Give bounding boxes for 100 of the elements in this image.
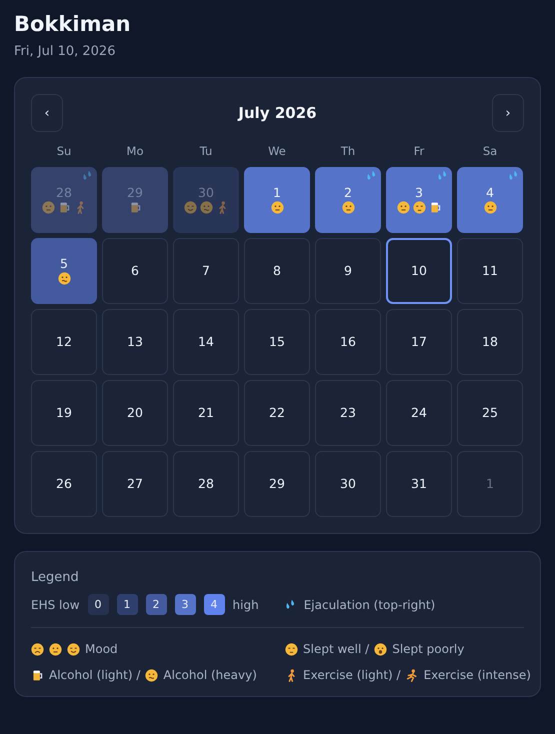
weekday-label: Tu [198, 144, 214, 160]
day-cell[interactable]: 11 [457, 238, 523, 304]
day-number: 30 [340, 477, 356, 491]
day-cell[interactable]: 18 [457, 309, 523, 375]
day-cell[interactable]: 29 [244, 451, 310, 517]
weekday-label: Th [340, 144, 356, 160]
day-cell[interactable]: 14 [173, 309, 239, 375]
day-number: 1 [486, 477, 494, 491]
sad-face-icon [31, 642, 44, 656]
day-cell[interactable]: 9 [315, 238, 381, 304]
day-number: 11 [482, 264, 498, 278]
day-number: 16 [340, 335, 356, 349]
previous-month-button[interactable]: ‹ [31, 94, 63, 132]
neutral-face-icon [396, 201, 410, 214]
neutral-face-icon [270, 201, 284, 214]
legend-label: Slept poorly [392, 642, 464, 656]
legend-label: Slept well / [303, 642, 370, 656]
day-number: 27 [127, 477, 143, 491]
month-title: July 2026 [238, 104, 317, 122]
scale-chip: 4 [204, 594, 225, 615]
scale-high-label: high [232, 598, 259, 612]
day-cell[interactable]: 24 [386, 380, 452, 446]
scale-chip: 3 [174, 594, 196, 615]
day-number: 4 [486, 186, 494, 200]
current-date: Fri, Jul 10, 2026 [14, 44, 116, 59]
smiling-face-icon [67, 642, 80, 656]
day-number: 29 [127, 186, 143, 200]
sleeping-face-icon [285, 642, 298, 656]
day-number: 9 [344, 264, 352, 278]
legend-label: Exercise (intense) [424, 668, 531, 682]
day-cell[interactable]: 31 [386, 451, 452, 517]
weekday-label: We [267, 144, 287, 160]
day-cell[interactable]: 28 [173, 451, 239, 517]
neutral-face-icon [49, 642, 62, 656]
day-cell[interactable]: 21 [173, 380, 239, 446]
day-number: 14 [198, 335, 214, 349]
day-cell[interactable]: 22 [244, 380, 310, 446]
day-cell[interactable]: 27 [102, 451, 168, 517]
next-month-button[interactable]: › [492, 94, 524, 132]
neutral-face-icon [342, 201, 354, 214]
beer-mug-icon [31, 668, 44, 682]
day-cell[interactable]: 15 [244, 309, 310, 375]
day-number: 29 [269, 477, 285, 491]
legend-label: Mood [85, 642, 118, 656]
day-number: 18 [482, 335, 498, 349]
day-number: 21 [198, 406, 214, 420]
day-cell[interactable]: 13 [102, 309, 168, 375]
scale-low-label: EHS low [31, 598, 80, 612]
weekday-label: Su [56, 144, 72, 160]
day-number: 30 [198, 186, 214, 200]
day-number: 13 [127, 335, 143, 349]
day-cell[interactable]: 3 [386, 167, 452, 233]
day-cell[interactable]: 2 [315, 167, 381, 233]
beer-mug-icon [58, 201, 70, 214]
beer-mug-icon [128, 201, 142, 214]
day-cell[interactable]: 19 [31, 380, 97, 446]
legend-label: Exercise (light) / [303, 668, 401, 682]
scale-chip: 0 [88, 594, 109, 615]
weekday-label: Sa [482, 144, 498, 160]
neutral-face-icon [484, 201, 496, 214]
day-cell[interactable]: 30 [315, 451, 381, 517]
day-cell[interactable]: 17 [386, 309, 452, 375]
app-title: Bokkiman [14, 12, 132, 36]
legend-label: Alcohol (light) / [49, 668, 140, 682]
neutral-face-icon [42, 201, 54, 214]
day-number: 17 [411, 335, 427, 349]
day-cell[interactable]: 12 [31, 309, 97, 375]
running-person-icon [406, 668, 419, 682]
day-number: 6 [131, 264, 139, 278]
day-number: 8 [273, 264, 281, 278]
day-cell[interactable]: 20 [102, 380, 168, 446]
day-cell[interactable]: 8 [244, 238, 310, 304]
day-number: 19 [56, 406, 72, 420]
day-number: 28 [198, 477, 214, 491]
scale-chip: 1 [116, 594, 138, 615]
day-cell[interactable]: 26 [31, 451, 97, 517]
day-cell[interactable]: 16 [315, 309, 381, 375]
day-cell[interactable]: 7 [173, 238, 239, 304]
beer-mug-icon [428, 201, 442, 214]
weekday-label: Mo [126, 144, 144, 160]
weekday-label: Fr [412, 144, 426, 160]
day-cell[interactable]: 25 [457, 380, 523, 446]
day-cell[interactable]: 1 [244, 167, 310, 233]
day-cell[interactable]: 23 [315, 380, 381, 446]
scale-chip: 2 [146, 594, 167, 615]
day-number: 23 [340, 406, 356, 420]
day-cell[interactable]: 10 [386, 238, 452, 304]
legend-title: Legend [31, 570, 80, 585]
day-cell[interactable]: 6 [102, 238, 168, 304]
day-number: 20 [127, 406, 143, 420]
day-number: 31 [411, 477, 427, 491]
day-cell[interactable]: 5 [31, 238, 97, 304]
day-number: 12 [56, 335, 72, 349]
day-number: 7 [202, 264, 210, 278]
day-number: 25 [482, 406, 498, 420]
woozy-face-icon [200, 201, 212, 214]
day-number: 22 [269, 406, 285, 420]
day-number: 24 [411, 406, 427, 420]
day-cell[interactable]: 4 [457, 167, 523, 233]
woozy-face-icon [58, 272, 70, 285]
